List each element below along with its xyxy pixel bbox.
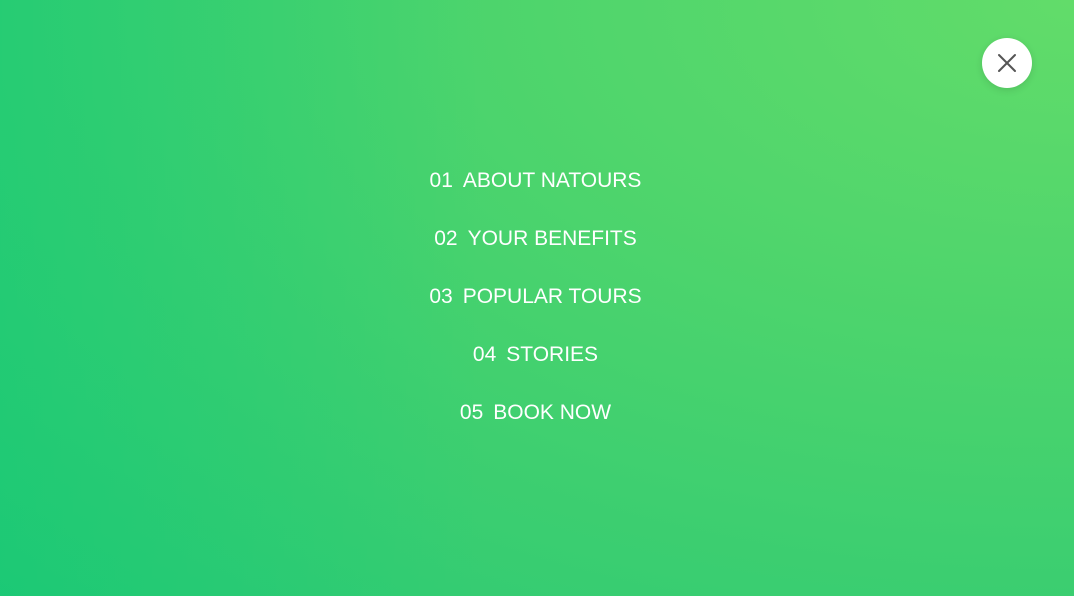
nav-link-number: 02 bbox=[434, 227, 458, 250]
nav-link-number: 01 bbox=[429, 169, 453, 192]
nav-link-label: ABOUT NATOURS bbox=[462, 169, 642, 192]
nav-link-label: STORIES bbox=[506, 343, 599, 366]
nav-link-stories[interactable]: 04 STORIES bbox=[473, 336, 598, 374]
list-item: 01 ABOUT NATOURS bbox=[0, 162, 1071, 220]
list-item: 05 BOOK NOW bbox=[0, 394, 1071, 452]
nav-link-number: 05 bbox=[459, 401, 484, 424]
close-button[interactable] bbox=[982, 38, 1032, 88]
nav-link-your-benefits[interactable]: 02 YOUR BENEFITS bbox=[434, 220, 637, 258]
nav-link-label: POPULAR TOURS bbox=[462, 285, 642, 308]
navigation-overlay: 01 ABOUT NATOURS 02 YOUR BENEFITS 03 POPULA… bbox=[0, 0, 1076, 596]
nav-list: 01 ABOUT NATOURS 02 YOUR BENEFITS 03 POPULA… bbox=[0, 162, 1071, 452]
nav-link-popular-tours[interactable]: 03 POPULAR TOURS bbox=[429, 278, 641, 316]
nav-link-book-now[interactable]: 05 BOOK NOW bbox=[460, 394, 611, 432]
close-icon bbox=[997, 53, 1017, 73]
list-item: 04 STORIES bbox=[0, 336, 1071, 394]
list-item: 02 YOUR BENEFITS bbox=[0, 220, 1071, 278]
nav-link-number: 04 bbox=[472, 343, 497, 366]
nav-link-number: 03 bbox=[429, 285, 453, 308]
list-item: 03 POPULAR TOURS bbox=[0, 278, 1071, 336]
nav-link-label: YOUR BENEFITS bbox=[467, 227, 637, 250]
nav-link-label: BOOK NOW bbox=[493, 401, 612, 424]
nav-link-about-natours[interactable]: 01 ABOUT NATOURS bbox=[430, 162, 642, 200]
